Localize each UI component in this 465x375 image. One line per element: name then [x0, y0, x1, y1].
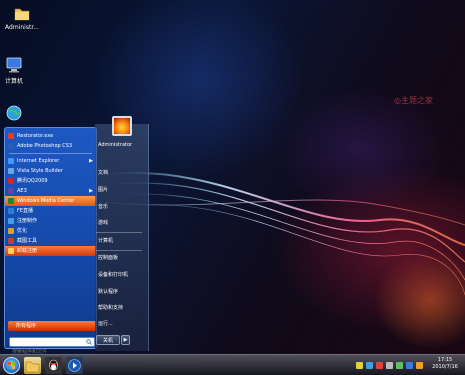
desktop-icon-label: 计算机	[4, 78, 23, 85]
tray-app-icon[interactable]	[376, 362, 383, 369]
watermark-text: ◎主题之家	[394, 96, 433, 105]
folder-icon	[13, 4, 31, 22]
app-icon	[8, 208, 14, 214]
start-item-restorator[interactable]: Restorator.exe	[5, 131, 96, 141]
globe-icon	[5, 104, 23, 122]
system-tray	[350, 358, 430, 373]
app-icon	[8, 228, 14, 234]
start-link-run[interactable]: 运行...	[98, 320, 113, 327]
scissors-icon	[8, 238, 14, 244]
start-item-register[interactable]: 注册制作	[5, 216, 96, 226]
shutdown-button[interactable]: 关机	[96, 335, 120, 345]
folder-icon	[25, 361, 40, 373]
separator	[96, 232, 142, 233]
desktop-icon-label: Administr...	[5, 24, 39, 31]
tray-alert-icon[interactable]	[356, 362, 363, 369]
start-item-vista-style-builder[interactable]: Vista Style Builder	[5, 166, 96, 176]
start-link-pictures[interactable]: 图片	[98, 186, 108, 193]
start-item-label: Windows Media Center	[17, 198, 75, 204]
qq-penguin-icon	[49, 359, 58, 371]
start-item-fe[interactable]: FE直播	[5, 206, 96, 216]
start-item-optimize[interactable]: 优化	[5, 226, 96, 236]
start-item-label: 腾讯QQ2009	[17, 178, 48, 184]
submenu-arrow-icon: ▶	[89, 188, 93, 194]
shutdown-options-button[interactable]: ▶	[121, 335, 130, 345]
app-icon	[8, 133, 14, 139]
tray-app-icon[interactable]	[396, 362, 403, 369]
start-item-internet-explorer[interactable]: Internet Explorer ▶	[5, 156, 96, 166]
desktop-icon-computer[interactable]: 计算机	[0, 56, 36, 85]
qq-icon	[8, 178, 14, 184]
all-programs-button[interactable]: 所有程序	[8, 321, 96, 331]
app-icon	[8, 218, 14, 224]
separator	[96, 250, 142, 251]
user-avatar[interactable]	[112, 116, 132, 136]
start-item-ae3[interactable]: AE3 ▶	[5, 186, 96, 196]
clock-date: 2010/7/16	[432, 364, 458, 370]
tray-app-icon[interactable]	[406, 362, 413, 369]
start-link-documents[interactable]: 文档	[98, 169, 108, 176]
start-item-label: 优化	[17, 228, 28, 234]
start-item-media-center[interactable]: Windows Media Center	[5, 196, 96, 206]
start-search-box[interactable]	[9, 337, 95, 356]
app-icon	[8, 248, 14, 254]
start-item-label: Adobe Photoshop CS3	[17, 143, 73, 149]
start-item-label: Internet Explorer	[17, 158, 60, 164]
desktop-icon-globe[interactable]	[0, 104, 36, 122]
tray-network-icon[interactable]	[366, 362, 373, 369]
all-programs-label: 所有程序	[16, 323, 37, 329]
taskbar-qq-button[interactable]	[45, 357, 62, 374]
app-icon	[8, 188, 14, 194]
start-item-label: Restorator.exe	[17, 133, 54, 139]
media-center-icon	[8, 198, 14, 204]
desktop: ◎主题之家 Administr... 计算机 Restorator.exe Ad…	[0, 0, 465, 375]
app-icon	[8, 168, 14, 174]
start-item-label: 卸载注册	[17, 248, 38, 254]
start-item-label: AE3	[17, 188, 27, 194]
start-item-photoshop[interactable]: Adobe Photoshop CS3	[5, 141, 96, 151]
windows-logo-icon	[8, 362, 15, 369]
tray-volume-icon[interactable]	[386, 362, 393, 369]
start-link-computer[interactable]: 计算机	[98, 237, 113, 244]
start-item-label: FE直播	[17, 208, 34, 214]
start-link-help-support[interactable]: 帮助和支持	[98, 304, 123, 311]
start-link-games[interactable]: 游戏	[98, 219, 108, 226]
tray-app-icon[interactable]	[416, 362, 423, 369]
start-item-uninstall-register[interactable]: 卸载注册	[5, 246, 96, 256]
submenu-arrow-icon: ▶	[89, 158, 93, 164]
start-item-label: 截图工具	[17, 238, 38, 244]
computer-icon	[5, 56, 23, 74]
start-link-control-panel[interactable]: 控制面板	[98, 254, 118, 261]
start-item-qq[interactable]: 腾讯QQ2009	[5, 176, 96, 186]
media-player-icon	[68, 359, 81, 372]
start-user-name[interactable]: Administrator	[98, 142, 132, 148]
start-menu-programs-pane: Restorator.exe Adobe Photoshop CS3 Inter…	[4, 127, 97, 356]
desktop-icon-folder[interactable]: Administr...	[0, 4, 44, 31]
start-item-label: Vista Style Builder	[17, 168, 63, 174]
start-link-music[interactable]: 音乐	[98, 203, 108, 210]
taskbar-media-button[interactable]	[66, 357, 83, 374]
taskbar: 17:15 2010/7/16	[0, 354, 465, 375]
separator	[9, 153, 92, 154]
start-item-snipping-tool[interactable]: 截图工具	[5, 236, 96, 246]
start-link-devices-printers[interactable]: 设备和打印机	[98, 271, 128, 278]
start-button[interactable]	[3, 357, 20, 374]
start-menu: Restorator.exe Adobe Photoshop CS3 Inter…	[2, 124, 149, 356]
photoshop-icon	[8, 143, 14, 149]
start-link-default-programs[interactable]: 默认程序	[98, 288, 118, 295]
taskbar-clock[interactable]: 17:15 2010/7/16	[430, 357, 460, 371]
search-icon	[86, 339, 92, 345]
clock-time: 17:15	[437, 357, 453, 363]
taskbar-explorer-button[interactable]	[24, 357, 41, 374]
start-item-label: 注册制作	[17, 218, 38, 224]
ie-icon	[8, 158, 14, 164]
